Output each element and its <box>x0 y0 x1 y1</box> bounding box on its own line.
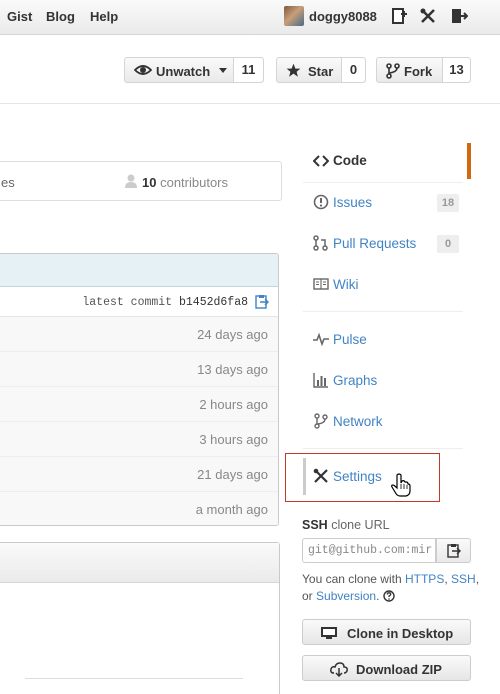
nav-gist-link[interactable]: Gist <box>7 9 32 24</box>
unwatch-button[interactable]: Unwatch 11 <box>124 57 264 83</box>
star-icon <box>286 63 301 77</box>
contributors-label: contributors <box>160 175 229 190</box>
help-icon[interactable] <box>383 590 395 602</box>
file-browser-header <box>0 254 278 287</box>
commit-hash-link[interactable]: b1452d6fa8 <box>179 296 248 309</box>
clone-protocol[interactable]: SSH <box>302 518 328 532</box>
sidebar-item-wiki[interactable]: Wiki <box>333 277 359 292</box>
clone-in-desktop-label: Clone in Desktop <box>347 626 454 641</box>
account-settings-icon[interactable] <box>419 7 437 25</box>
stargazers-count[interactable]: 0 <box>341 58 365 82</box>
star-button[interactable]: Star 0 <box>276 57 366 83</box>
sign-out-icon[interactable] <box>450 7 468 25</box>
sidebar-item-code[interactable]: Code <box>333 153 367 168</box>
fork-icon <box>386 63 400 79</box>
unwatch-label: Unwatch <box>156 64 211 79</box>
file-row[interactable]: 2 hours ago <box>0 387 278 422</box>
clone-help-text: You can clone with HTTPS, SSH, or Subver… <box>302 572 480 603</box>
forks-count[interactable]: 13 <box>442 58 470 82</box>
latest-commit-label: latest commit <box>82 296 173 309</box>
file-browser: latest commit b1452d6fa8 24 days ago 13 … <box>0 253 279 526</box>
top-bar: Gist Blog Help doggy8088 <box>0 0 500 35</box>
pulse-icon <box>313 332 329 347</box>
issue-icon <box>313 194 329 210</box>
book-icon <box>313 278 329 290</box>
https-clone-link[interactable]: HTTPS <box>405 572 444 586</box>
tools-icon <box>313 468 328 483</box>
file-row[interactable]: 24 days ago <box>0 317 278 352</box>
monitor-icon <box>321 627 337 639</box>
download-zip-label: Download ZIP <box>356 662 442 677</box>
file-row[interactable]: 21 days ago <box>0 457 278 492</box>
file-row[interactable]: 3 hours ago <box>0 422 278 457</box>
summary-fragment[interactable]: es <box>1 175 15 190</box>
readme-divider <box>25 678 243 679</box>
sidebar-divider <box>303 448 463 449</box>
clone-in-desktop-button[interactable]: Clone in Desktop <box>302 619 471 645</box>
username-link[interactable]: doggy8088 <box>309 9 377 24</box>
cloud-download-icon <box>330 662 348 677</box>
download-zip-button[interactable]: Download ZIP <box>302 655 471 681</box>
file-age: a month ago <box>195 502 268 517</box>
fork-label: Fork <box>404 64 433 79</box>
nav-blog-link[interactable]: Blog <box>46 9 75 24</box>
hand-cursor-icon <box>391 473 411 497</box>
latest-commit-info: latest commit b1452d6fa8 <box>82 296 248 309</box>
star-label: Star <box>308 64 334 79</box>
sidebar-item-network[interactable]: Network <box>333 414 383 429</box>
readme-box <box>0 542 280 694</box>
code-icon <box>313 155 329 167</box>
settings-hover-indicator <box>303 458 306 495</box>
avatar[interactable] <box>284 6 304 26</box>
file-age: 24 days ago <box>197 327 268 342</box>
ssh-clone-link[interactable]: SSH <box>451 572 476 586</box>
pull-request-icon <box>313 235 328 251</box>
contributors-icon <box>125 174 137 188</box>
watchers-count[interactable]: 11 <box>233 58 263 82</box>
sidebar-item-settings[interactable]: Settings <box>333 469 382 484</box>
file-age: 3 hours ago <box>199 432 268 447</box>
selected-tab-indicator <box>467 143 471 179</box>
sidebar-item-pull-requests[interactable]: Pull Requests <box>333 236 416 251</box>
file-row[interactable]: a month ago <box>0 492 278 525</box>
readme-header <box>0 543 279 583</box>
file-age: 2 hours ago <box>199 397 268 412</box>
clone-url-label: SSH clone URL <box>302 518 390 532</box>
file-age: 13 days ago <box>197 362 268 377</box>
fork-button[interactable]: Fork 13 <box>376 57 471 83</box>
clone-help-prefix: You can clone with <box>302 572 402 586</box>
sidebar-divider <box>303 182 463 183</box>
sidebar-item-issues[interactable]: Issues <box>333 195 372 210</box>
issues-count: 18 <box>437 194 459 212</box>
pull-requests-count: 0 <box>437 235 459 253</box>
clone-url-input[interactable]: git@github.com:mir <box>302 538 436 563</box>
file-age: 21 days ago <box>197 467 268 482</box>
file-row[interactable]: 13 days ago <box>0 352 278 387</box>
graph-icon <box>313 373 328 388</box>
numbers-summary: es 10 contributors <box>0 161 282 201</box>
copy-clone-url-button[interactable] <box>436 538 471 563</box>
sidebar-divider <box>303 311 463 312</box>
sidebar-item-graphs[interactable]: Graphs <box>333 373 377 388</box>
sidebar-item-pulse[interactable]: Pulse <box>333 332 367 347</box>
contributors-link[interactable]: 10 contributors <box>142 175 228 190</box>
clipboard-icon[interactable] <box>255 294 269 309</box>
latest-commit-bar: latest commit b1452d6fa8 <box>0 287 278 317</box>
eye-icon <box>134 65 152 75</box>
create-new-icon[interactable] <box>390 7 408 25</box>
subversion-clone-link[interactable]: Subversion <box>316 589 376 603</box>
clipboard-icon <box>447 544 461 558</box>
chevron-down-icon <box>219 68 227 73</box>
nav-help-link[interactable]: Help <box>90 9 118 24</box>
network-icon <box>314 413 328 429</box>
clone-url-caption: clone URL <box>331 518 390 532</box>
contributors-count: 10 <box>142 175 157 190</box>
